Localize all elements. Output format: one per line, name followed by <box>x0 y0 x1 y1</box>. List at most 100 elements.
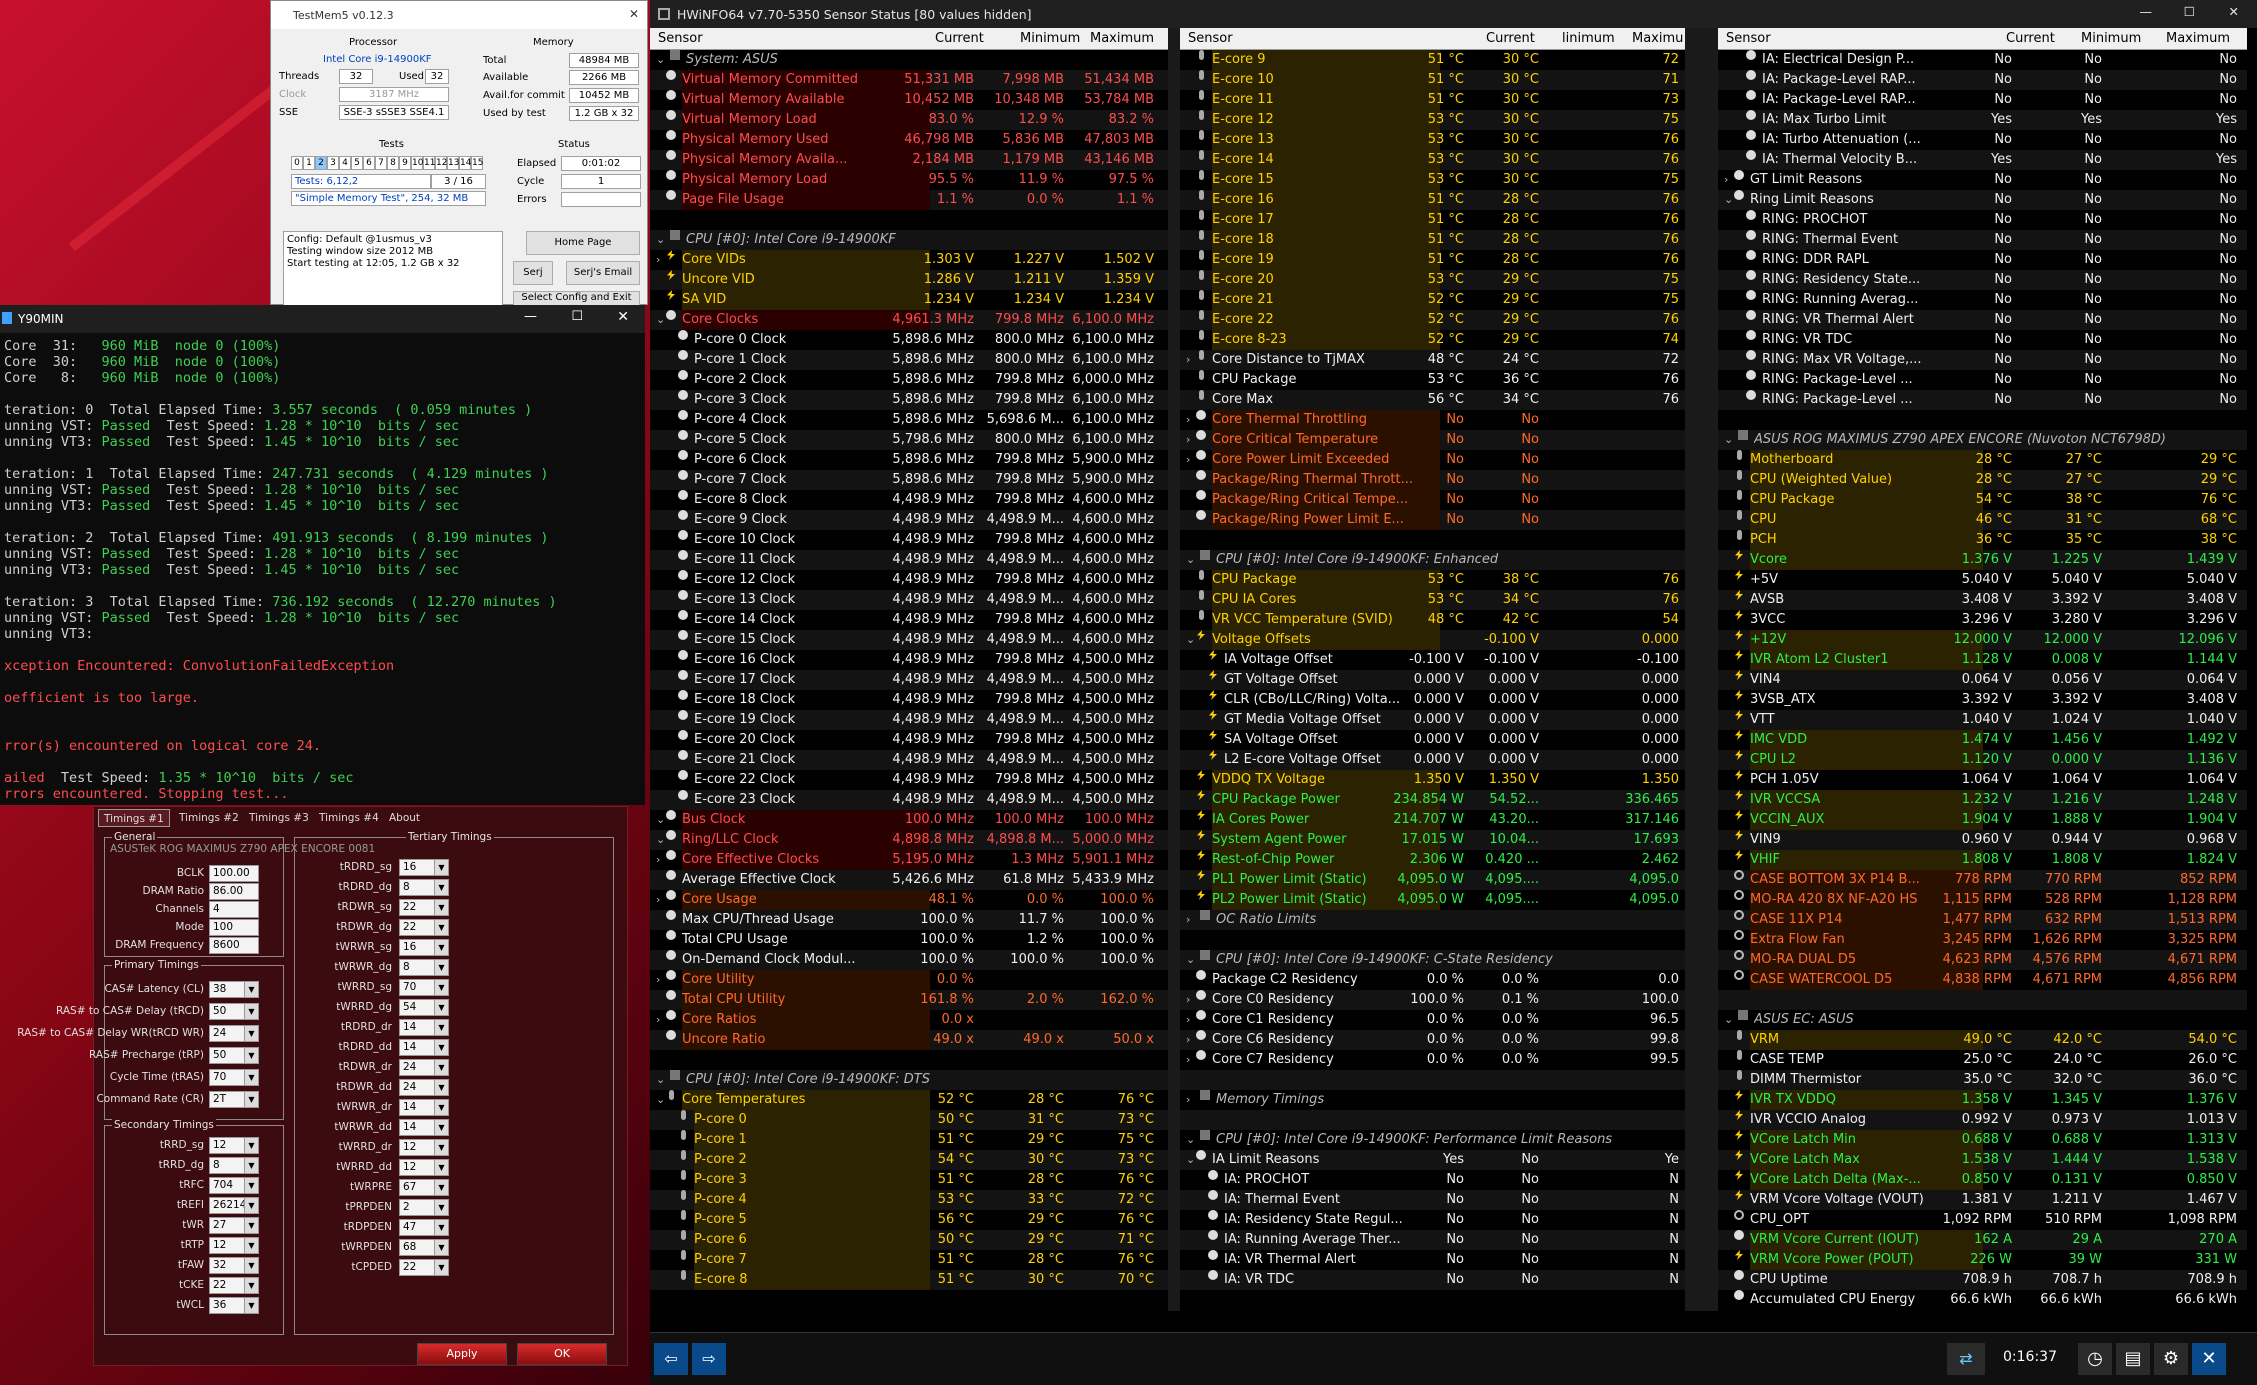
sensor-row[interactable]: E-core 10 Clock 4,498.9 MHz 799.8 MHz 4,600… <box>650 530 1168 550</box>
sensor-row[interactable]: ⌄ IA Limit Reasons Yes No Ye <box>1180 1150 1685 1170</box>
chevron-right-icon[interactable]: › <box>1186 910 1190 930</box>
tab-about[interactable]: About <box>384 809 425 827</box>
sensor-row[interactable]: SA VID 1.234 V 1.234 V 1.234 V <box>650 290 1168 310</box>
header-maximum[interactable]: Maximum <box>1090 31 1154 46</box>
chevron-down-icon[interactable]: ▼ <box>434 1240 448 1255</box>
sensor-row[interactable]: RING: VR Thermal Alert No No No <box>1718 310 2247 330</box>
sensor-row[interactable]: System Agent Power 17.015 W 10.04... 17.693 <box>1180 830 1685 850</box>
sensor-row[interactable]: P-core 6 50 °C 29 °C 71 °C <box>650 1230 1168 1250</box>
chevron-down-icon[interactable]: ▼ <box>434 1200 448 1215</box>
chevron-down-icon[interactable]: ▼ <box>434 940 448 955</box>
sensor-row[interactable]: +5V 5.040 V 5.040 V 5.040 V <box>1718 570 2247 590</box>
header-minimum[interactable]: linimum <box>1562 31 1615 46</box>
sensor-row[interactable]: E-core 18 51 °C 28 °C 76 <box>1180 230 1685 250</box>
header-minimum[interactable]: Minimum <box>2081 31 2141 46</box>
sensor-row[interactable]: E-core 12 53 °C 30 °C 75 <box>1180 110 1685 130</box>
chevron-down-icon[interactable]: ⌄ <box>1724 1010 1733 1030</box>
sensor-row[interactable]: Uncore VID 1.286 V 1.211 V 1.359 V <box>650 270 1168 290</box>
sensor-group-header[interactable]: ⌄ CPU [#0]: Intel Core i9-14900KF: DTS <box>650 1070 1168 1090</box>
sensor-row[interactable]: E-core 8 51 °C 30 °C 70 °C <box>650 1270 1168 1290</box>
tab-timings-4[interactable]: Timings #4 <box>314 809 384 827</box>
sensor-row[interactable]: VRM Vcore Voltage (VOUT) 1.381 V 1.211 V 1.… <box>1718 1190 2247 1210</box>
sensor-row[interactable]: IA: Electrical Design P... No No No <box>1718 50 2247 70</box>
sensor-row[interactable]: E-core 11 Clock 4,498.9 MHz 4,498.9 M... 4,… <box>650 550 1168 570</box>
sensor-row[interactable]: E-core 20 Clock 4,498.9 MHz 799.8 MHz 4,500… <box>650 730 1168 750</box>
sensor-row[interactable]: 3VCC 3.296 V 3.280 V 3.296 V <box>1718 610 2247 630</box>
sensor-row[interactable]: Rest-of-Chip Power 2.306 W 0.420 ... 2.462 <box>1180 850 1685 870</box>
header-current[interactable]: Current <box>2006 31 2055 46</box>
title-bar[interactable]: Y90MIN — ☐ ✕ <box>0 305 645 333</box>
nav-right-icon[interactable]: ⇨ <box>692 1343 726 1375</box>
sensor-row[interactable]: IA: PROCHOT No No N <box>1180 1170 1685 1190</box>
sensor-row[interactable]: CPU L2 1.120 V 0.000 V 1.136 V <box>1718 750 2247 770</box>
sensor-row[interactable]: IA: Thermal Event No No N <box>1180 1190 1685 1210</box>
sensor-row[interactable]: › Core Ratios 0.0 x <box>650 1010 1168 1030</box>
column-header[interactable]: Sensor Current linimum Maximu <box>1180 28 1685 50</box>
sensor-row[interactable]: P-core 2 Clock 5,898.6 MHz 799.8 MHz 6,000.… <box>650 370 1168 390</box>
sensor-row[interactable]: CPU (Weighted Value) 28 °C 27 °C 29 °C <box>1718 470 2247 490</box>
sensor-row[interactable]: Physical Memory Availa... 2,184 MB 1,179 M… <box>650 150 1168 170</box>
gear-icon[interactable]: ⚙ <box>2154 1343 2188 1375</box>
sensor-row[interactable]: ⌄ Bus Clock 100.0 MHz 100.0 MHz 100.0 MHz <box>650 810 1168 830</box>
timing-value[interactable]: 100.00 <box>209 865 259 882</box>
chevron-right-icon[interactable]: › <box>1186 430 1190 450</box>
timing-value[interactable]: 4 <box>209 901 259 918</box>
sensor-row[interactable]: › Core C7 Residency 0.0 % 0.0 % 99.5 <box>1180 1050 1685 1070</box>
sensor-group-header[interactable]: ⌄ ASUS EC: ASUS <box>1718 1010 2247 1030</box>
timing-value[interactable]: 27 ▼ <box>209 1217 259 1234</box>
sensor-group-header[interactable]: ⌄ ASUS ROG MAXIMUS Z790 APEX ENCORE (Nuvo… <box>1718 430 2247 450</box>
sensor-row[interactable]: VTT 1.040 V 1.024 V 1.040 V <box>1718 710 2247 730</box>
report-icon[interactable]: ▤ <box>2116 1343 2150 1375</box>
header-sensor[interactable]: Sensor <box>658 31 703 46</box>
sensor-row[interactable]: +12V 12.000 V 12.000 V 12.096 V <box>1718 630 2247 650</box>
sensor-row[interactable]: RING: Running Averag... No No No <box>1718 290 2247 310</box>
sensor-row[interactable]: › Core C6 Residency 0.0 % 0.0 % 99.8 <box>1180 1030 1685 1050</box>
sensor-row[interactable]: VRM Vcore Power (POUT) 226 W 39 W 331 W <box>1718 1250 2247 1270</box>
close-icon[interactable]: ✕ <box>629 7 639 21</box>
sensor-row[interactable]: P-core 5 56 °C 29 °C 76 °C <box>650 1210 1168 1230</box>
chevron-down-icon[interactable]: ▼ <box>434 960 448 975</box>
sensor-column-1[interactable]: Sensor Current Minimum Maximum ⌄ System: ASUS… <box>650 28 1168 1311</box>
timing-value[interactable]: 86.00 <box>209 883 259 900</box>
timing-value[interactable]: 704 ▼ <box>209 1177 259 1194</box>
close-icon[interactable]: ✕ <box>2229 4 2239 19</box>
timing-value[interactable]: 262143 ▼ <box>209 1197 259 1214</box>
chevron-down-icon[interactable]: ▼ <box>244 1278 258 1293</box>
sensor-row[interactable]: P-core 1 Clock 5,898.6 MHz 800.0 MHz 6,100.… <box>650 350 1168 370</box>
sensor-row[interactable]: E-core 11 51 °C 30 °C 73 <box>1180 90 1685 110</box>
chevron-down-icon[interactable]: ▼ <box>244 1070 258 1085</box>
sensor-group-header[interactable]: ⌄ CPU [#0]: Intel Core i9-14900KF: Enhanc… <box>1180 550 1685 570</box>
sensor-row[interactable]: Total CPU Usage 100.0 % 1.2 % 100.0 % <box>650 930 1168 950</box>
sensor-row[interactable]: ⌄ Ring Limit Reasons No No No <box>1718 190 2247 210</box>
sensor-row[interactable]: E-core 10 51 °C 30 °C 71 <box>1180 70 1685 90</box>
sensor-row[interactable]: E-core 13 Clock 4,498.9 MHz 4,498.9 M... 4,… <box>650 590 1168 610</box>
sensor-row[interactable]: E-core 21 Clock 4,498.9 MHz 4,498.9 M... 4,… <box>650 750 1168 770</box>
sensor-row[interactable]: CASE WATERCOOL D5 4,838 RPM 4,671 RPM 4,856… <box>1718 970 2247 990</box>
sensor-row[interactable]: VCore Latch Max 1.538 V 1.444 V 1.538 V <box>1718 1150 2247 1170</box>
timing-value[interactable]: 8 ▼ <box>399 879 449 896</box>
sensor-row[interactable]: › Core Critical Temperature No No <box>1180 430 1685 450</box>
sensor-row[interactable]: E-core 19 51 °C 28 °C 76 <box>1180 250 1685 270</box>
chevron-down-icon[interactable]: ▼ <box>434 1180 448 1195</box>
sensor-row[interactable]: 3VSB_ATX 3.392 V 3.392 V 3.408 V <box>1718 690 2247 710</box>
chevron-down-icon[interactable]: ▼ <box>244 982 258 997</box>
sensor-row[interactable]: E-core 22 Clock 4,498.9 MHz 799.8 MHz 4,500… <box>650 770 1168 790</box>
sensor-row[interactable]: P-core 7 51 °C 28 °C 76 °C <box>650 1250 1168 1270</box>
chevron-down-icon[interactable]: ▼ <box>434 860 448 875</box>
timing-value[interactable]: 12 ▼ <box>399 1159 449 1176</box>
sensor-row[interactable]: IA: Thermal Velocity B... Yes No Yes <box>1718 150 2247 170</box>
sensor-row[interactable]: Accumulated CPU Energy 66.6 kWh 66.6 kWh 66… <box>1718 1290 2247 1310</box>
chevron-right-icon[interactable]: › <box>656 850 660 870</box>
timing-value[interactable]: 70 ▼ <box>399 979 449 996</box>
header-maximum[interactable]: Maximum <box>2166 31 2230 46</box>
sensor-row[interactable]: › Core C0 Residency 100.0 % 0.1 % 100.0 <box>1180 990 1685 1010</box>
chevron-down-icon[interactable]: ▼ <box>244 1218 258 1233</box>
sensor-row[interactable]: E-core 9 51 °C 30 °C 72 <box>1180 50 1685 70</box>
sensor-column-2[interactable]: Sensor Current linimum Maximu E-core 9 51 °C 3… <box>1180 28 1685 1311</box>
chevron-down-icon[interactable]: ▼ <box>434 1020 448 1035</box>
timing-value[interactable]: 12 ▼ <box>209 1237 259 1254</box>
tab-timings-1[interactable]: Timings #1 <box>98 809 170 827</box>
sensor-row[interactable]: Core Max 56 °C 34 °C 76 <box>1180 390 1685 410</box>
sensor-group-header[interactable]: › Memory Timings <box>1180 1090 1685 1110</box>
timing-value[interactable]: 16 ▼ <box>399 939 449 956</box>
